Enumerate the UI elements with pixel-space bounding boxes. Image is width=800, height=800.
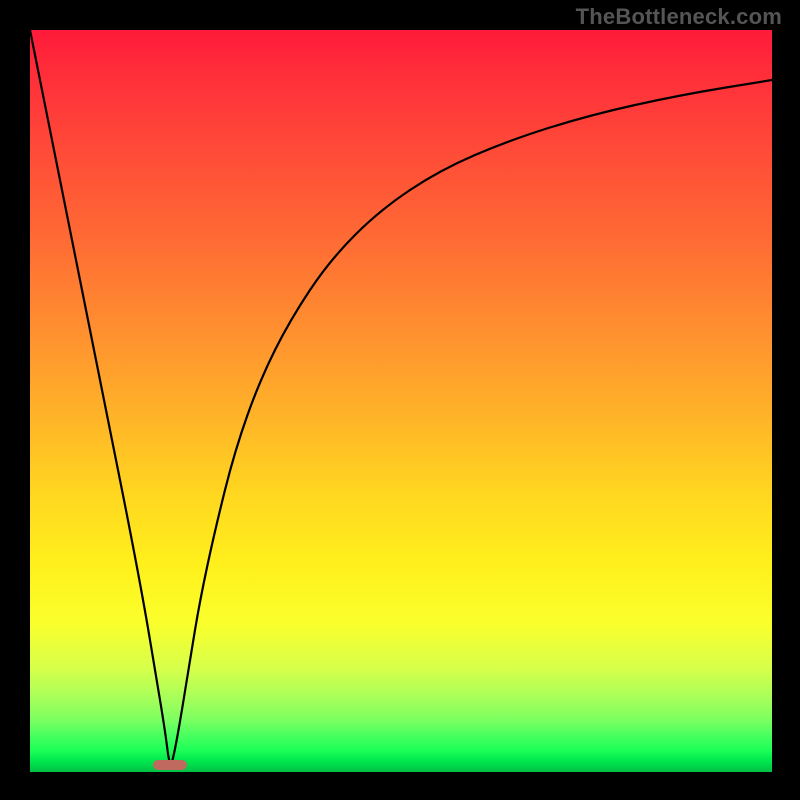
curve-line: [30, 30, 772, 763]
plot-area: [30, 30, 772, 772]
optimal-marker: [153, 760, 187, 770]
watermark-text: TheBottleneck.com: [576, 4, 782, 30]
bottleneck-curve: [30, 30, 772, 772]
chart-frame: TheBottleneck.com: [0, 0, 800, 800]
